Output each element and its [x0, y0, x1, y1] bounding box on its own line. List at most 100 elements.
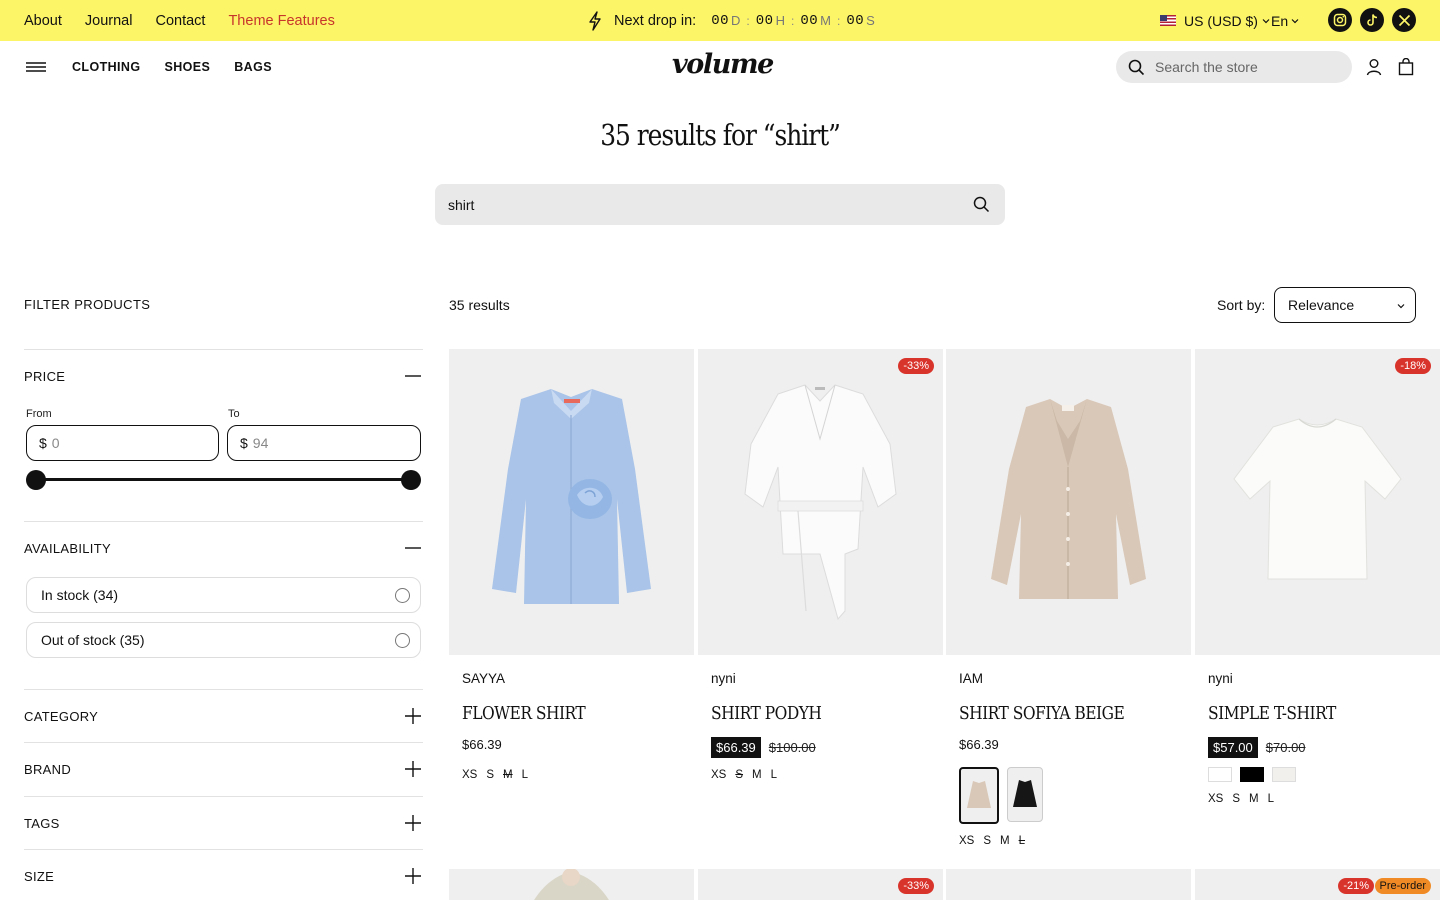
product-image[interactable]	[946, 349, 1191, 655]
tags-filter[interactable]: TAGS	[24, 796, 423, 849]
size-option[interactable]: S	[486, 769, 494, 781]
size-option[interactable]: L	[1019, 835, 1025, 847]
site-logo[interactable]: volume	[672, 48, 774, 82]
contact-link[interactable]: Contact	[155, 13, 205, 29]
radio-button[interactable]	[395, 588, 410, 603]
to-label: To	[228, 408, 240, 420]
price-to-value: 94	[252, 435, 269, 451]
size-option[interactable]: L	[771, 769, 777, 781]
size-option[interactable]: S	[735, 769, 743, 781]
nav-item-shoes[interactable]: SHOES	[164, 60, 210, 74]
search-input[interactable]: shirt	[435, 184, 1005, 225]
sort-select[interactable]: Relevance	[1274, 287, 1416, 323]
product-name[interactable]: SHIRT SOFIYA BEIGE	[959, 703, 1125, 724]
product-image[interactable]: -33%	[698, 349, 943, 655]
countdown-label: Next drop in:	[614, 12, 697, 29]
size-option[interactable]: XS	[462, 769, 477, 781]
variant-thumbnail-beige[interactable]	[959, 767, 999, 824]
product-card[interactable]: -18% nyni SIMPLE T-SHIRT $57.00 $70.00 X…	[1195, 349, 1440, 805]
option-label: Out of stock (35)	[41, 632, 145, 648]
radio-button[interactable]	[395, 633, 410, 648]
lightning-icon	[589, 10, 601, 31]
price-max-handle[interactable]	[401, 470, 421, 490]
x-icon[interactable]	[1392, 8, 1416, 32]
countdown-hours: 00	[755, 12, 774, 29]
currency-symbol: $	[39, 435, 47, 451]
product-price: $66.39	[959, 737, 999, 752]
price-to-input[interactable]: $ 94	[227, 425, 421, 461]
size-filter[interactable]: SIZE	[24, 849, 423, 900]
nav-item-clothing[interactable]: CLOTHING	[72, 60, 140, 74]
size-options: XS S M L	[711, 769, 777, 781]
variant-thumbnail-black[interactable]	[1007, 767, 1043, 822]
tiktok-icon[interactable]	[1360, 8, 1384, 32]
journal-link[interactable]: Journal	[85, 13, 133, 29]
sort-value: Relevance	[1288, 297, 1355, 313]
utility-links: About Journal Contact Theme Features	[24, 0, 335, 41]
price-value: $66.39	[959, 737, 999, 752]
color-swatches	[1208, 767, 1296, 782]
product-image[interactable]	[449, 869, 694, 900]
language-selector[interactable]: En	[1271, 0, 1299, 41]
price-min-handle[interactable]	[26, 470, 46, 490]
size-option[interactable]: L	[522, 769, 528, 781]
size-option[interactable]: M	[752, 769, 762, 781]
size-option[interactable]: S	[983, 835, 991, 847]
product-card[interactable]: IAM SHIRT SOFIYA BEIGE $66.39 XS S M L	[946, 349, 1191, 847]
plus-icon[interactable]	[404, 867, 422, 885]
price-filter: PRICE From To $ 0 $ 94	[24, 349, 423, 521]
product-card[interactable]: SAYYA FLOWER SHIRT $66.39 XS S M L	[449, 349, 694, 781]
results-count: 35 results	[449, 297, 510, 313]
cart-icon[interactable]	[1398, 58, 1414, 76]
announcement-bar: About Journal Contact Theme Features Nex…	[0, 0, 1440, 41]
minus-icon[interactable]	[404, 367, 422, 385]
size-option[interactable]: M	[1249, 793, 1259, 805]
currency-label: US (USD $)	[1184, 12, 1258, 29]
search-icon	[1128, 59, 1145, 75]
product-image[interactable]: -21% Pre-order	[1195, 869, 1440, 900]
size-option[interactable]: M	[1000, 835, 1010, 847]
menu-icon[interactable]	[26, 62, 46, 72]
price-title: PRICE	[24, 369, 66, 384]
size-option[interactable]: XS	[711, 769, 726, 781]
product-image[interactable]	[946, 869, 1191, 900]
swatch-black[interactable]	[1240, 767, 1264, 782]
size-option[interactable]: L	[1268, 793, 1274, 805]
header-search-input[interactable]: Search the store	[1116, 51, 1352, 83]
size-option[interactable]: S	[1232, 793, 1240, 805]
category-filter[interactable]: CATEGORY	[24, 689, 423, 742]
countdown-minutes-unit: M	[820, 13, 831, 28]
discount-badge: -21%	[1338, 878, 1374, 894]
swatch-ivory[interactable]	[1272, 767, 1296, 782]
product-brand: nyni	[1208, 671, 1233, 686]
product-name[interactable]: FLOWER SHIRT	[462, 703, 586, 724]
price-value: $66.39	[462, 737, 502, 752]
plus-icon[interactable]	[404, 707, 422, 725]
size-option[interactable]: M	[503, 769, 513, 781]
product-name[interactable]: SHIRT PODYH	[711, 703, 822, 724]
search-icon[interactable]	[973, 196, 990, 213]
minus-icon[interactable]	[404, 539, 422, 557]
product-name[interactable]: SIMPLE T-SHIRT	[1208, 703, 1336, 724]
product-image[interactable]: -33%	[698, 869, 943, 900]
countdown-days: 00	[711, 12, 730, 29]
out-of-stock-option[interactable]: Out of stock (35)	[26, 622, 421, 658]
about-link[interactable]: About	[24, 13, 62, 29]
product-card[interactable]: -33% nyni SHIRT PODYH $66.39 $100.00 XS …	[698, 349, 943, 781]
size-option[interactable]: XS	[959, 835, 974, 847]
swatch-white[interactable]	[1208, 767, 1232, 782]
price-from-input[interactable]: $ 0	[26, 425, 219, 461]
plus-icon[interactable]	[404, 760, 422, 778]
product-image[interactable]	[449, 349, 694, 655]
product-image[interactable]: -18%	[1195, 349, 1440, 655]
account-icon[interactable]	[1366, 58, 1382, 76]
theme-features-link[interactable]: Theme Features	[228, 13, 334, 29]
currency-selector[interactable]: US (USD $)	[1160, 0, 1270, 41]
size-option[interactable]: XS	[1208, 793, 1223, 805]
nav-item-bags[interactable]: BAGS	[234, 60, 272, 74]
plus-icon[interactable]	[404, 814, 422, 832]
brand-filter[interactable]: BRAND	[24, 742, 423, 796]
instagram-icon[interactable]	[1328, 8, 1352, 32]
chevron-down-icon	[1262, 18, 1270, 23]
in-stock-option[interactable]: In stock (34)	[26, 577, 421, 613]
